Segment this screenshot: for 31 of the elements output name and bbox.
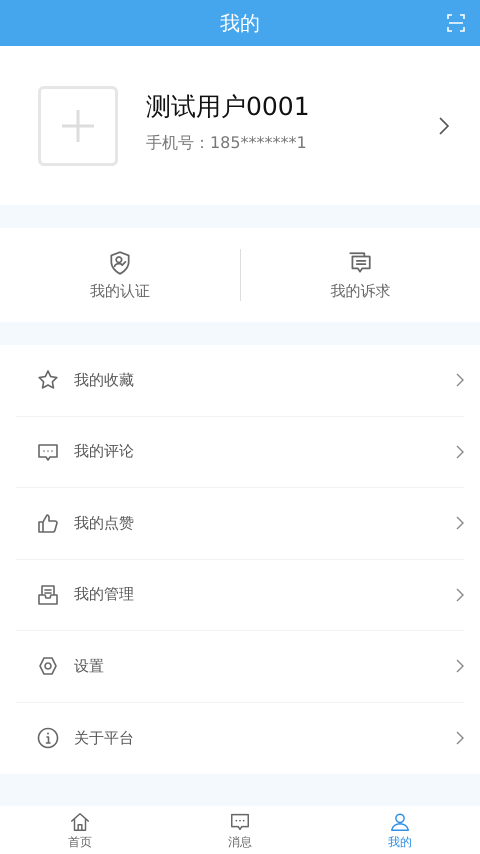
menu-item[interactable]: 关于平台 — [16, 702, 464, 774]
chevron-right-icon — [456, 659, 464, 674]
tab[interactable]: 消息 — [160, 806, 320, 854]
info-icon — [36, 726, 60, 750]
home-icon — [69, 811, 91, 833]
page-title: 我的 — [220, 10, 260, 36]
add-avatar-button[interactable] — [38, 86, 118, 166]
menu-item[interactable]: 我的收藏 — [16, 345, 464, 416]
chevron-right-icon[interactable] — [438, 116, 450, 136]
tab[interactable]: 我的 — [320, 806, 480, 854]
chevron-right-icon — [456, 516, 464, 530]
chevron-right-icon — [456, 731, 464, 746]
tray-icon — [36, 582, 60, 607]
user-name: 测试用户0001 — [146, 90, 311, 122]
chat-icon — [229, 811, 251, 833]
person-icon — [389, 811, 411, 833]
scan-icon[interactable] — [446, 13, 466, 33]
phone-number: 185*******1 — [210, 132, 307, 154]
quick-action[interactable]: 我的认证 — [0, 250, 240, 300]
chevron-right-icon — [456, 444, 464, 459]
tab[interactable]: 首页 — [0, 806, 160, 854]
menu-item[interactable]: 设置 — [16, 631, 464, 702]
menu-item[interactable]: 我的评论 — [16, 416, 464, 488]
chat-icon — [347, 250, 374, 276]
menu-item[interactable]: 我的管理 — [16, 560, 464, 631]
chevron-right-icon — [456, 373, 464, 388]
thumbs-up-icon — [36, 511, 60, 536]
menu-item[interactable]: 我的点赞 — [16, 488, 464, 560]
quick-action[interactable]: 我的诉求 — [240, 250, 480, 300]
phone-label: 手机号： — [146, 132, 210, 154]
chevron-right-icon — [456, 588, 464, 602]
